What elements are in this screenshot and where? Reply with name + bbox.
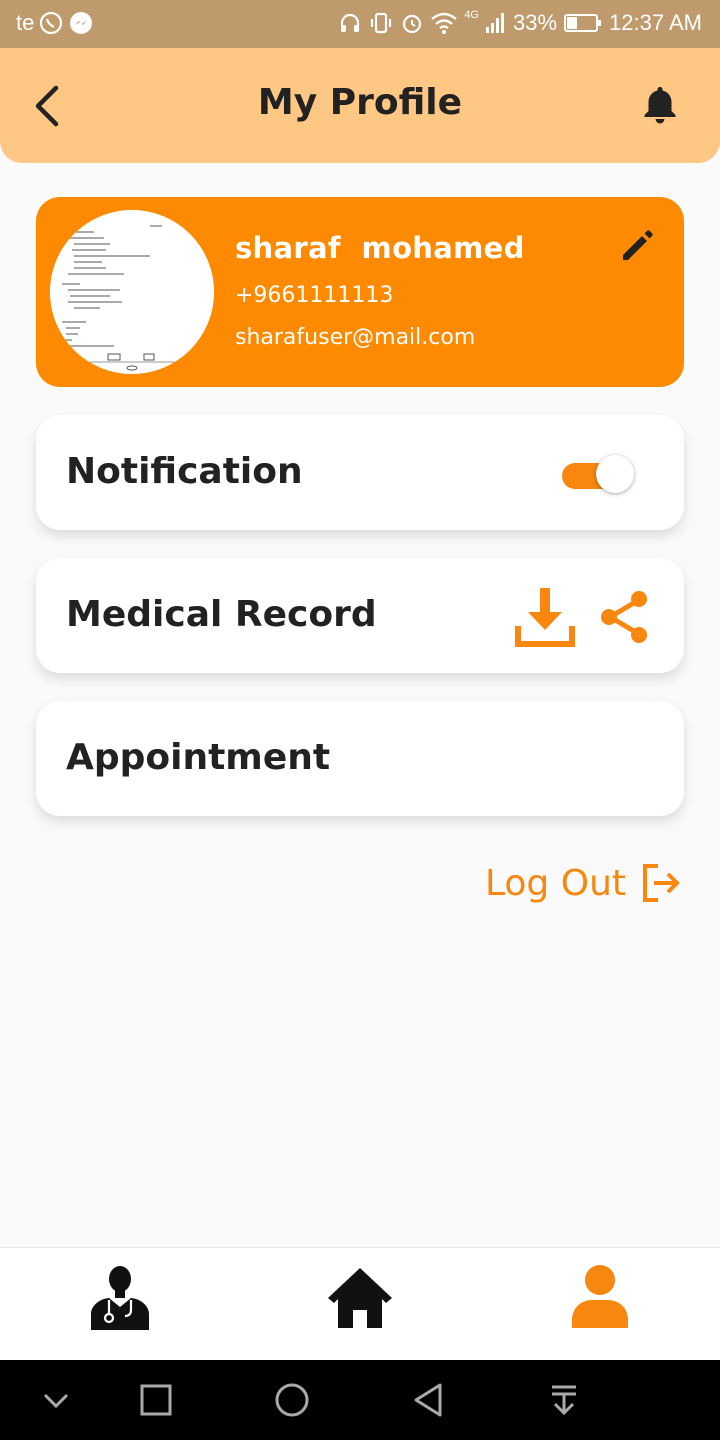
nav-doctors[interactable] [85, 1262, 155, 1332]
download-icon [515, 588, 575, 647]
profile-phone: +9661111113 [235, 283, 394, 308]
page-title: My Profile [257, 82, 463, 123]
home-system-button[interactable] [272, 1380, 312, 1420]
notification-label: Notification [66, 451, 303, 492]
chevron-down-icon [43, 1393, 69, 1409]
notification-shade-button[interactable] [544, 1380, 584, 1420]
carrier-label: te [16, 10, 35, 35]
profile-card: sharaf mohamed +9661111113 sharafuser@ma… [36, 197, 684, 387]
avatar-image [50, 210, 214, 374]
doctor-icon [91, 1266, 149, 1330]
recents-button[interactable] [136, 1380, 176, 1420]
circle-icon [275, 1383, 309, 1417]
hide-nav-button[interactable] [36, 1380, 76, 1420]
status-bar: te 4G 33% 12:37 AM [0, 0, 720, 48]
battery-percent: 33% [513, 10, 558, 35]
status-left: te [16, 10, 94, 36]
toggle-knob [596, 455, 634, 493]
system-nav-bar [0, 1360, 720, 1440]
share-button[interactable] [598, 588, 652, 646]
nav-profile[interactable] [565, 1262, 635, 1332]
edit-profile-button[interactable] [618, 225, 658, 265]
clock: 12:37 AM [609, 10, 702, 35]
appointment-label: Appointment [66, 737, 331, 778]
network-type-label: 4G [464, 9, 479, 21]
pencil-icon [623, 230, 653, 260]
vibrate-icon [371, 12, 392, 34]
profile-name: sharaf mohamed [235, 231, 525, 265]
home-icon [328, 1268, 392, 1328]
square-icon [140, 1384, 172, 1416]
pull-down-icon [552, 1385, 576, 1416]
headset-icon [341, 13, 360, 32]
medical-record-label: Medical Record [66, 594, 377, 635]
download-button[interactable] [513, 584, 577, 650]
battery-icon [564, 14, 602, 32]
triangle-back-icon [414, 1383, 442, 1417]
wifi-icon [431, 12, 458, 34]
user-icon [572, 1265, 628, 1328]
nav-home[interactable] [325, 1262, 395, 1332]
medical-record-card[interactable]: Medical Record [36, 558, 684, 673]
logout-label: Log Out [484, 862, 626, 904]
bottom-nav [0, 1247, 720, 1360]
app-header: My Profile [0, 48, 720, 163]
back-system-button[interactable] [408, 1380, 448, 1420]
appointment-card[interactable]: Appointment [36, 701, 684, 816]
logout-button[interactable]: Log Out [485, 862, 682, 904]
notification-toggle[interactable] [562, 453, 636, 493]
alarm-icon [403, 14, 422, 34]
notifications-button[interactable] [640, 84, 680, 126]
logout-icon [643, 864, 680, 902]
signal-icon [486, 13, 504, 33]
share-icon [601, 591, 647, 643]
bell-icon [644, 87, 676, 124]
avatar[interactable] [50, 210, 214, 374]
profile-email: sharafuser@mail.com [235, 325, 476, 350]
whatsapp-icon [40, 11, 63, 35]
notification-card: Notification [36, 415, 684, 530]
messenger-icon [70, 12, 93, 34]
status-right: 4G 33% 12:37 AM [338, 9, 702, 36]
